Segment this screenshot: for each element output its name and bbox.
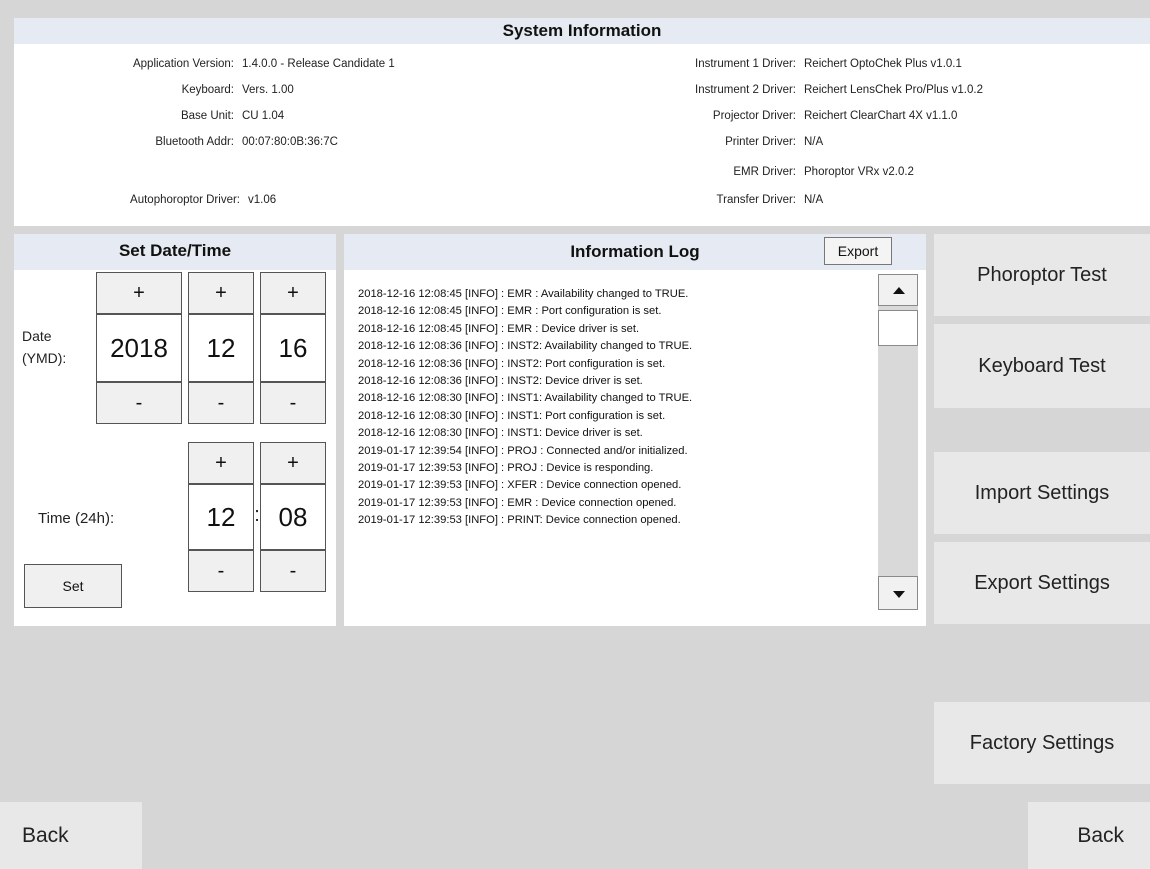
export-log-button[interactable]: Export: [824, 237, 892, 265]
autophoroptor-driver-label: Autophoroptor Driver:: [130, 194, 240, 206]
log-line: 2018-12-16 12:08:30 [INFO] : INST1: Devi…: [358, 427, 643, 440]
system-info-panel: System Information Application Version: …: [14, 18, 1150, 226]
minute-decrement-button[interactable]: -: [260, 550, 326, 592]
log-line: 2018-12-16 12:08:30 [INFO] : INST1: Avai…: [358, 392, 693, 405]
transfer-driver-label: Transfer Driver:: [716, 194, 796, 206]
import-settings-button[interactable]: Import Settings: [934, 452, 1150, 534]
keyboard-test-button[interactable]: Keyboard Test: [934, 324, 1150, 408]
back-button-right[interactable]: Back: [1028, 802, 1150, 869]
bluetooth-addr-label: Bluetooth Addr:: [155, 136, 234, 148]
phoroptor-test-button[interactable]: Phoroptor Test: [934, 234, 1150, 316]
instrument2-driver-label: Instrument 2 Driver:: [695, 84, 796, 96]
month-decrement-button[interactable]: -: [188, 382, 254, 424]
date-format-label: (YMD):: [22, 350, 67, 366]
factory-settings-button[interactable]: Factory Settings: [934, 702, 1150, 784]
log-line: 2019-01-17 12:39:54 [INFO] : PROJ : Conn…: [358, 444, 688, 457]
set-datetime-button[interactable]: Set: [24, 564, 122, 608]
instrument1-driver-value: Reichert OptoChek Plus v1.0.1: [804, 58, 962, 70]
set-datetime-panel: Set Date/Time Date (YMD): + 2018 - + 12 …: [14, 234, 336, 626]
minute-increment-button[interactable]: +: [260, 442, 326, 484]
year-value: 2018: [96, 314, 182, 382]
information-log-panel: Information Log Export 2018-12-16 12:08:…: [344, 234, 926, 626]
autophoroptor-driver-value: v1.06: [248, 194, 277, 206]
month-increment-button[interactable]: +: [188, 272, 254, 314]
log-line: 2018-12-16 12:08:45 [INFO] : EMR : Port …: [358, 305, 662, 318]
printer-driver-value: N/A: [804, 136, 824, 148]
triangle-up-icon: [893, 287, 905, 294]
keyboard-label: Keyboard:: [181, 84, 234, 96]
year-increment-button[interactable]: +: [96, 272, 182, 314]
scroll-down-button[interactable]: [878, 576, 918, 610]
scroll-up-button[interactable]: [878, 274, 918, 306]
log-line: 2018-12-16 12:08:36 [INFO] : INST2: Port…: [358, 357, 666, 370]
printer-driver-label: Printer Driver:: [725, 136, 796, 148]
log-list[interactable]: 2018-12-16 12:08:45 [INFO] : EMR : Avail…: [358, 286, 878, 622]
log-scrollbar[interactable]: [878, 274, 918, 610]
log-line: 2019-01-17 12:39:53 [INFO] : PRINT: Devi…: [358, 514, 681, 527]
bluetooth-addr-value: 00:07:80:0B:36:7C: [242, 136, 338, 148]
minute-value: 08: [260, 484, 326, 550]
emr-driver-label: EMR Driver:: [733, 166, 796, 178]
day-increment-button[interactable]: +: [260, 272, 326, 314]
hour-value: 12: [188, 484, 254, 550]
projector-driver-label: Projector Driver:: [712, 110, 796, 122]
export-settings-button[interactable]: Export Settings: [934, 542, 1150, 624]
transfer-driver-value: N/A: [804, 194, 824, 206]
app-version-value: 1.4.0.0 - Release Candidate 1: [242, 58, 395, 70]
day-decrement-button[interactable]: -: [260, 382, 326, 424]
emr-driver-value: Phoroptor VRx v2.0.2: [804, 166, 914, 178]
date-label: Date: [22, 328, 52, 344]
year-decrement-button[interactable]: -: [96, 382, 182, 424]
projector-driver-value: Reichert ClearChart 4X v1.1.0: [804, 110, 958, 122]
triangle-down-icon: [893, 591, 905, 598]
log-line: 2019-01-17 12:39:53 [INFO] : XFER : Devi…: [358, 479, 682, 492]
log-line: 2018-12-16 12:08:36 [INFO] : INST2: Devi…: [358, 375, 643, 388]
instrument1-driver-label: Instrument 1 Driver:: [695, 58, 796, 70]
system-info-title: System Information: [14, 18, 1150, 44]
time-label: Time (24h):: [38, 510, 115, 527]
log-line: 2018-12-16 12:08:45 [INFO] : EMR : Devic…: [358, 322, 640, 335]
scroll-thumb[interactable]: [878, 310, 918, 346]
log-line: 2019-01-17 12:39:53 [INFO] : PROJ : Devi…: [358, 462, 654, 475]
log-line: 2018-12-16 12:08:36 [INFO] : INST2: Avai…: [358, 340, 693, 353]
day-value: 16: [260, 314, 326, 382]
app-version-label: Application Version:: [132, 58, 234, 70]
keyboard-value: Vers. 1.00: [242, 84, 294, 96]
log-line: 2019-01-17 12:39:53 [INFO] : EMR : Devic…: [358, 496, 677, 509]
instrument2-driver-value: Reichert LensChek Pro/Plus v1.0.2: [804, 84, 983, 96]
base-unit-value: CU 1.04: [242, 110, 285, 122]
hour-decrement-button[interactable]: -: [188, 550, 254, 592]
log-line: 2018-12-16 12:08:45 [INFO] : EMR : Avail…: [358, 288, 689, 300]
back-button-left[interactable]: Back: [0, 802, 142, 869]
hour-increment-button[interactable]: +: [188, 442, 254, 484]
set-datetime-title: Set Date/Time: [14, 234, 336, 270]
month-value: 12: [188, 314, 254, 382]
log-line: 2018-12-16 12:08:30 [INFO] : INST1: Port…: [358, 409, 666, 422]
base-unit-label: Base Unit:: [180, 110, 234, 122]
